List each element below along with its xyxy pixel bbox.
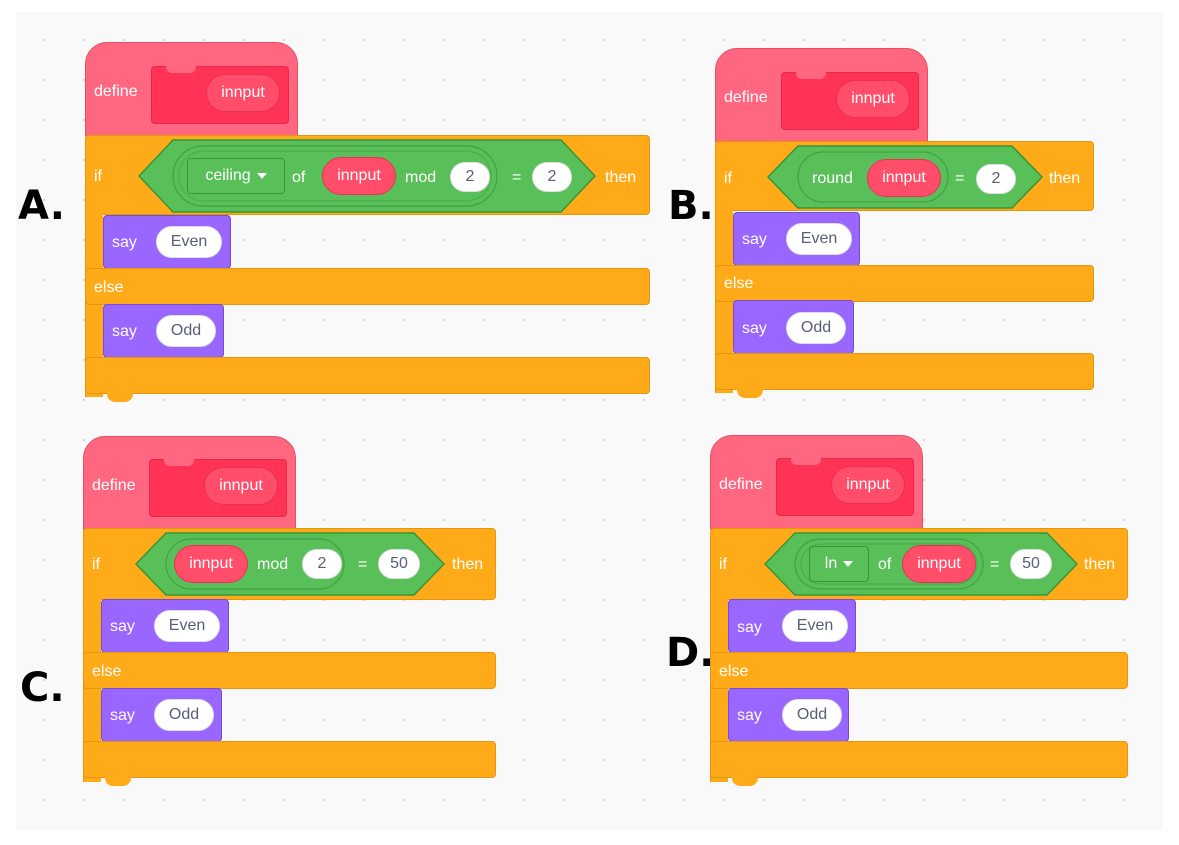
then-label: then [605, 169, 637, 186]
compare-value-input[interactable]: 2 [976, 164, 1016, 194]
of-label: of [878, 556, 892, 573]
else-label: else [92, 663, 122, 680]
say-text-input[interactable]: Odd [154, 699, 214, 731]
mod-label: mod [405, 169, 437, 186]
then-label: then [1049, 170, 1081, 187]
else-bar [715, 265, 1094, 302]
equals-label: = [955, 170, 965, 187]
dropdown-caret-icon [256, 173, 267, 179]
param-innput[interactable]: innput [322, 157, 396, 195]
else-label: else [719, 663, 749, 680]
say-text-input[interactable]: Even [154, 610, 220, 642]
if-label: if [92, 556, 100, 573]
param-innput[interactable]: innput [867, 159, 941, 197]
block-notch [105, 776, 131, 786]
param-innput[interactable]: innput [831, 466, 905, 504]
param-innput[interactable]: innput [902, 545, 976, 583]
math-function-label: ceiling [205, 167, 251, 184]
else-bar [83, 652, 496, 689]
define-label: define [719, 476, 763, 493]
block-notch [737, 388, 763, 398]
math-function-dropdown[interactable]: ln [809, 546, 869, 582]
option-label: B. [668, 183, 714, 229]
equals-label: = [990, 556, 1000, 573]
if-label: if [724, 170, 732, 187]
mod-value-input[interactable]: 2 [450, 162, 490, 192]
if-else-bottom-bar [710, 741, 1128, 778]
if-label: if [719, 556, 727, 573]
equals-label: = [512, 169, 522, 186]
dropdown-caret-icon [843, 561, 854, 567]
compare-value-input[interactable]: 50 [378, 549, 420, 579]
param-innput[interactable]: innput [836, 80, 910, 118]
say-label: say [742, 320, 767, 337]
param-innput[interactable]: innput [206, 74, 280, 112]
of-label: of [292, 169, 306, 186]
say-text-input[interactable]: Even [782, 610, 848, 642]
math-function-dropdown[interactable]: ceiling [187, 158, 285, 194]
else-label: else [724, 275, 754, 292]
define-label: define [724, 89, 768, 106]
then-label: then [452, 556, 484, 573]
if-else-bottom-bar [83, 741, 496, 778]
say-text-input[interactable]: Odd [782, 699, 842, 731]
define-label: define [92, 477, 136, 494]
mod-value-input[interactable]: 2 [302, 549, 342, 579]
say-label: say [742, 231, 767, 248]
block-notch [732, 776, 758, 786]
say-label: say [112, 323, 137, 340]
say-label: say [110, 618, 135, 635]
say-text-input[interactable]: Even [786, 223, 852, 255]
say-label: say [737, 707, 762, 724]
say-text-input[interactable]: Odd [156, 315, 216, 347]
define-label: define [94, 83, 138, 100]
math-function-label: ln [824, 555, 838, 572]
if-else-bottom-bar [85, 357, 650, 394]
option-label: A. [18, 183, 65, 229]
if-else-bottom-bar [715, 353, 1094, 390]
else-bar [710, 652, 1128, 689]
else-label: else [94, 279, 124, 296]
option-label: D. [666, 630, 715, 676]
compare-value-input[interactable]: 2 [532, 162, 572, 192]
say-text-input[interactable]: Even [156, 226, 222, 258]
say-label: say [737, 619, 762, 636]
if-label: if [94, 168, 102, 185]
block-notch [107, 392, 133, 402]
say-text-input[interactable]: Odd [786, 312, 846, 344]
param-innput[interactable]: innput [204, 467, 278, 505]
mod-label: mod [257, 556, 289, 573]
math-function-label: round [812, 170, 853, 187]
say-label: say [112, 234, 137, 251]
equals-label: = [358, 556, 368, 573]
then-label: then [1084, 556, 1116, 573]
else-bar [85, 268, 650, 305]
say-label: say [110, 707, 135, 724]
option-label: C. [20, 665, 65, 711]
compare-value-input[interactable]: 50 [1010, 549, 1052, 579]
param-innput[interactable]: innput [174, 545, 248, 583]
